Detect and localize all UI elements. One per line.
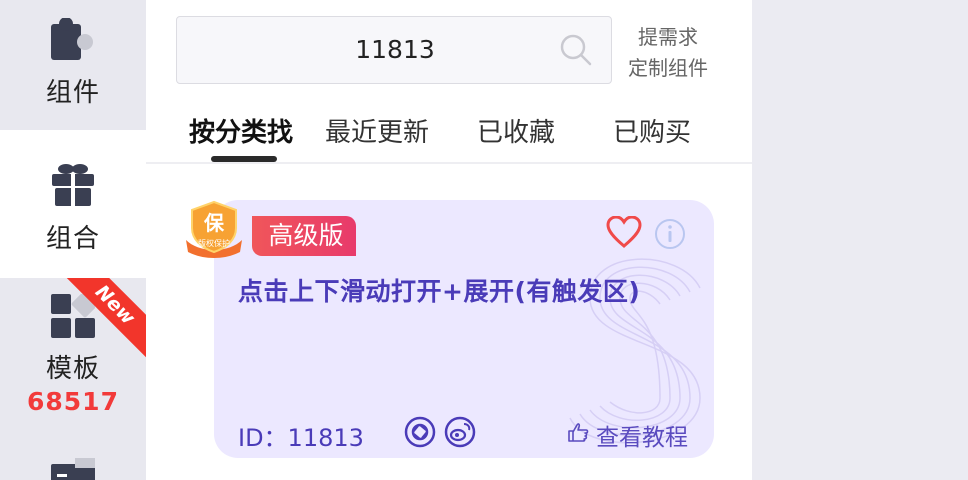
folder-icon [51,458,95,480]
tab-favorites[interactable]: 已收藏 [477,112,555,149]
puzzle-icon [49,17,97,66]
weibo-share-icon[interactable] [444,416,476,452]
sidebar-item-label: 组件 [45,78,100,108]
heart-icon[interactable] [606,215,642,252]
sidebar-item-templates[interactable]: New 模板 68517 [0,278,146,450]
premium-badge: 高级版 [252,216,356,256]
sidebar-item-combos[interactable]: 组合 [0,130,146,278]
tab-by-category[interactable]: 按分类找 [189,112,293,149]
template-count: 68517 [27,387,119,416]
custom-request-link[interactable]: 提需求 定制组件 [620,22,716,84]
sidebar-item-label: 组合 [45,224,100,254]
card-title: 点击上下滑动打开+展开(有触发区) [238,277,641,306]
tutorial-label: 查看教程 [596,425,688,451]
search-icon[interactable] [559,33,593,71]
moments-share-icon[interactable] [404,416,436,452]
card-id: ID：11813 [238,424,364,452]
copyright-shield-icon: 保 版权保护 [182,200,246,264]
component-card[interactable]: 高级版 点击上下滑动打开+展开(有触发区) ID：11813 查看教程 [214,200,714,458]
search-value: 11813 [355,35,435,64]
sidebar: 组件 组合 New 模板 68517 [0,0,146,480]
tab-purchased[interactable]: 已购买 [613,112,691,149]
tutorial-link[interactable]: 查看教程 [566,418,688,452]
tab-recent-updates[interactable]: 最近更新 [325,112,429,149]
gift-icon [50,162,96,212]
request-line-1: 提需求 [638,25,698,49]
info-icon[interactable] [654,218,686,254]
grid-icon [51,290,99,342]
search-input[interactable]: 11813 [176,16,612,84]
right-backdrop [752,0,968,480]
sidebar-item-label: 模板 [45,354,100,384]
sidebar-item-folder[interactable] [0,450,146,480]
request-line-2: 定制组件 [628,56,708,80]
shield-subtext: 版权保护 [198,238,230,248]
sidebar-item-components[interactable]: 组件 [0,0,146,130]
shield-text: 保 [203,211,225,235]
active-tab-indicator [211,156,277,162]
pointing-hand-icon [566,420,590,450]
tab-bar: 按分类找 最近更新 已收藏 已购买 [146,100,752,164]
